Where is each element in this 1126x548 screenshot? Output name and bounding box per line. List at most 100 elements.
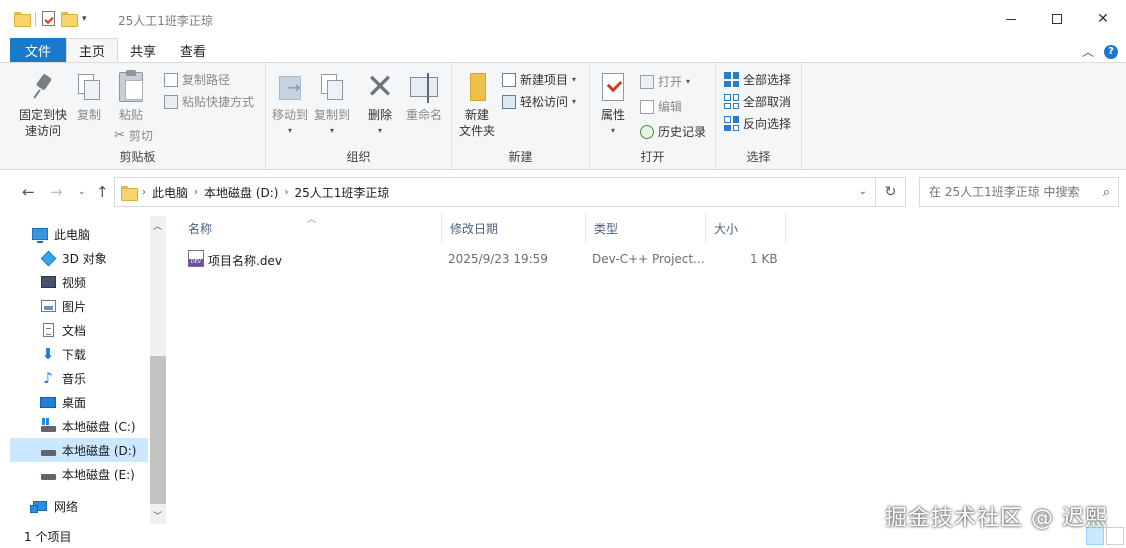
customize-toolbar-chevron-icon[interactable]: ▾ (82, 14, 87, 24)
close-button[interactable]: ✕ (1080, 0, 1126, 38)
collapse-ribbon-chevron-icon[interactable]: ︿ (1082, 43, 1094, 60)
address-history-chevron-icon[interactable]: ⌄ (859, 186, 867, 197)
new-folder-icon[interactable] (61, 12, 78, 27)
pin-to-quick-access-button[interactable]: 固定到快 速访问 (16, 69, 70, 139)
history-button[interactable]: 历史记录 (640, 123, 706, 140)
back-arrow-icon[interactable]: ← (22, 183, 35, 201)
search-box[interactable]: ⌕ (919, 177, 1119, 207)
history-label: 历史记录 (658, 125, 707, 139)
breadcrumb-separator-icon[interactable]: › (142, 187, 146, 198)
recent-locations-chevron-icon[interactable]: ⌄ (78, 187, 86, 197)
move-to-button[interactable]: 移动到 ▾ (272, 69, 308, 139)
help-icon[interactable]: ? (1104, 44, 1118, 59)
group-label-organize: 组织 (346, 150, 371, 164)
nav-item-drive-c[interactable]: 本地磁盘 (C:) (10, 414, 148, 438)
breadcrumb-separator-icon[interactable]: › (284, 187, 288, 198)
nav-item-music[interactable]: ♪ 音乐 (10, 366, 148, 390)
nav-item-label: 下载 (62, 347, 87, 362)
properties-large-icon (602, 73, 624, 101)
new-item-icon (502, 72, 516, 87)
column-header-type[interactable]: 类型 (586, 214, 706, 242)
group-label-clipboard: 剪贴板 (119, 150, 156, 164)
rename-button[interactable]: 重命名 (404, 69, 444, 123)
new-item-label: 新建项目 (520, 73, 569, 87)
easy-access-label: 轻松访问 (520, 95, 569, 109)
edit-icon (640, 99, 654, 114)
navigation-pane-scrollbar[interactable]: ︿ ﹀ (150, 216, 166, 524)
column-header-size[interactable]: 大小 (706, 214, 786, 242)
tab-view[interactable]: 查看 (168, 38, 218, 62)
file-name: 项目名称.dev (208, 254, 282, 268)
scroll-down-chevron-icon[interactable]: ﹀ (153, 509, 162, 522)
properties-icon[interactable] (42, 11, 55, 26)
minimize-button[interactable] (988, 0, 1034, 38)
properties-button[interactable]: 属性 ▾ (596, 69, 630, 139)
cut-button[interactable]: ✂ 剪切 (114, 127, 153, 144)
new-item-dropdown-icon: ▾ (572, 75, 577, 84)
nav-item-downloads[interactable]: ⬇ 下载 (10, 342, 148, 366)
scroll-up-chevron-icon[interactable]: ︿ (153, 219, 162, 232)
copy-to-label: 复制到 (314, 108, 351, 122)
breadcrumb-drive-d[interactable]: 本地磁盘 (D:) (204, 184, 278, 201)
select-all-button[interactable]: 全部选择 (724, 71, 791, 88)
file-list: ︿ 名称 修改日期 类型 大小 项目名称.dev 2025/9/23 19:59… (180, 214, 1126, 524)
delete-button[interactable]: ✕ 删除 ▾ (366, 69, 395, 139)
computer-icon (32, 228, 48, 243)
nav-item-label: 视频 (62, 275, 87, 290)
nav-item-desktop[interactable]: 桌面 (10, 390, 148, 414)
nav-item-network[interactable]: 网络 (10, 494, 148, 518)
easy-access-button[interactable]: 轻松访问 ▾ (502, 93, 576, 110)
maximize-button[interactable] (1034, 0, 1080, 38)
up-arrow-icon[interactable]: ↑ (96, 183, 109, 201)
easy-access-icon (502, 94, 516, 109)
search-input[interactable] (929, 185, 1094, 199)
file-type: Dev-C++ Project... (592, 252, 705, 266)
nav-item-3d-objects[interactable]: 3D 对象 (10, 246, 148, 270)
copy-to-button[interactable]: 复制到 ▾ (314, 69, 350, 139)
window-controls: ✕ (988, 0, 1126, 38)
column-header-date-modified[interactable]: 修改日期 (442, 214, 586, 242)
folder-icon[interactable] (14, 12, 31, 27)
history-icon (640, 124, 654, 139)
breadcrumb-current-folder[interactable]: 25人工1班李正琼 (294, 184, 389, 201)
copy-path-button[interactable]: 复制路径 (164, 71, 230, 88)
column-header-name[interactable]: 名称 (180, 214, 442, 242)
nav-item-drive-e[interactable]: 本地磁盘 (E:) (10, 462, 148, 486)
window-title: 25人工1班李正琼 (118, 14, 213, 28)
desktop-icon (40, 396, 56, 408)
open-button[interactable]: 打开 ▾ (640, 73, 690, 90)
copy-button[interactable]: 复制 (72, 69, 106, 123)
paste-shortcut-button[interactable]: 粘贴快捷方式 (164, 93, 254, 110)
nav-item-drive-d[interactable]: 本地磁盘 (D:) (10, 438, 148, 462)
tab-file[interactable]: 文件 (10, 38, 66, 62)
file-row[interactable]: 项目名称.dev 2025/9/23 19:59 Dev-C++ Project… (180, 248, 786, 270)
nav-item-this-pc[interactable]: 此电脑 (10, 222, 148, 246)
toolbar-separator (35, 11, 36, 26)
invert-selection-button[interactable]: 反向选择 (724, 115, 791, 132)
paste-button[interactable]: 粘贴 (114, 69, 148, 123)
search-icon: ⌕ (1102, 185, 1110, 200)
ribbon-tab-extras: ︿ ? (1082, 43, 1118, 60)
copy-path-label: 复制路径 (182, 73, 231, 87)
new-folder-button[interactable]: 新建 文件夹 (458, 69, 496, 139)
copy-icon (78, 74, 100, 100)
breadcrumb-separator-icon[interactable]: › (194, 187, 198, 198)
nav-item-videos[interactable]: 视频 (10, 270, 148, 294)
refresh-button[interactable]: ↻ (876, 177, 906, 207)
tab-home[interactable]: 主页 (66, 38, 119, 62)
edit-button[interactable]: 编辑 (640, 98, 682, 115)
invert-selection-label: 反向选择 (743, 117, 792, 131)
pictures-icon (40, 300, 56, 312)
select-none-button[interactable]: 全部取消 (724, 93, 791, 110)
address-bar[interactable]: › 此电脑 › 本地磁盘 (D:) › 25人工1班李正琼 ⌄ (114, 177, 876, 207)
tab-share[interactable]: 共享 (118, 38, 168, 62)
select-all-label: 全部选择 (743, 73, 792, 87)
breadcrumb-this-pc[interactable]: 此电脑 (152, 184, 188, 201)
nav-item-label: 本地磁盘 (D:) (62, 443, 137, 458)
nav-item-pictures[interactable]: 图片 (10, 294, 148, 318)
new-item-button[interactable]: 新建项目 ▾ (502, 71, 576, 88)
scrollbar-thumb[interactable] (150, 356, 166, 504)
nav-item-documents[interactable]: 文档 (10, 318, 148, 342)
large-icons-view-icon[interactable] (1106, 527, 1124, 545)
forward-arrow-icon[interactable]: → (50, 183, 63, 201)
